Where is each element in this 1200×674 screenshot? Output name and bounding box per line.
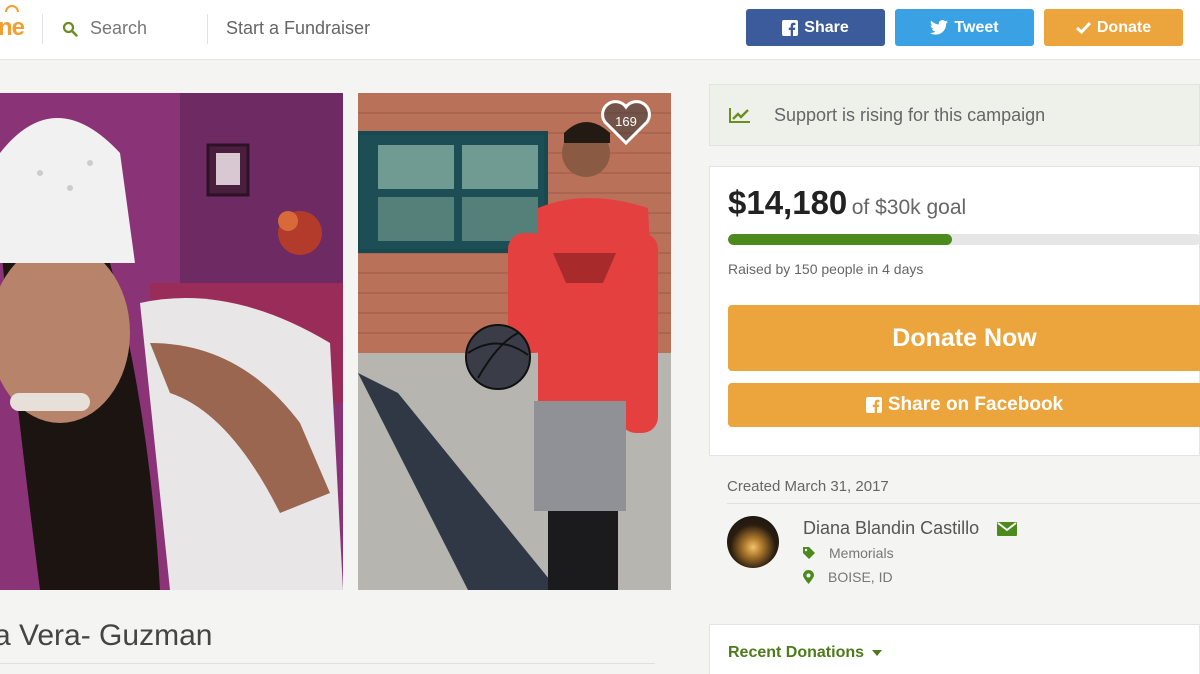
logo-sun-icon: [5, 5, 19, 12]
map-pin-icon: [803, 570, 814, 584]
search-link[interactable]: Search: [62, 18, 147, 39]
trend-text: Support is rising for this campaign: [774, 104, 1046, 125]
start-fundraiser-link[interactable]: Start a Fundraiser: [226, 18, 370, 39]
recent-donations-label: Recent Donations: [728, 644, 865, 661]
heart-count: 169: [615, 114, 637, 129]
boy-basketball-image: [358, 93, 671, 590]
campaign-title: a Vera- Guzman: [0, 619, 213, 652]
checkmark-icon: [1075, 21, 1091, 34]
facebook-icon: [865, 397, 882, 413]
logo-text: ne: [0, 14, 25, 41]
progress-bar-fill: [728, 234, 952, 245]
location-label: BOISE, ID: [828, 569, 893, 585]
raised-amount: $14,180: [728, 184, 848, 221]
progress-bar: [728, 234, 1200, 245]
organizer-name[interactable]: Diana Blandin Castillo: [803, 518, 979, 539]
share-on-facebook-button[interactable]: Share on Facebook: [728, 383, 1200, 427]
raised-by-text: Raised by 150 people in 4 days: [728, 261, 924, 277]
category-label[interactable]: Memorials: [829, 545, 894, 561]
created-divider: [727, 503, 1200, 504]
twitter-bird-icon: [930, 20, 949, 35]
nav-divider: [207, 14, 208, 44]
donate-now-button[interactable]: Donate Now: [728, 305, 1200, 371]
recent-donations-card: Recent Donations: [709, 624, 1200, 674]
organizer-avatar[interactable]: [727, 516, 779, 568]
girl-portrait-image: [0, 93, 343, 590]
search-label: Search: [90, 18, 148, 38]
tag-icon: [803, 547, 815, 559]
share-button-label: Share: [804, 18, 849, 36]
category-row: Memorials: [803, 545, 894, 561]
search-icon: [62, 21, 78, 37]
location-row: BOISE, ID: [803, 569, 893, 585]
recent-donations-toggle[interactable]: Recent Donations: [728, 644, 883, 662]
donate-button[interactable]: Donate: [1044, 9, 1183, 46]
donate-button-label: Donate: [1096, 18, 1152, 36]
share-button[interactable]: Share: [746, 9, 885, 46]
campaign-photo-girl[interactable]: [0, 93, 343, 590]
nav-divider: [42, 14, 43, 44]
trend-banner: Support is rising for this campaign: [709, 84, 1200, 146]
facebook-icon: [782, 19, 799, 36]
tweet-button[interactable]: Tweet: [895, 9, 1034, 46]
campaign-photo-boy[interactable]: [358, 93, 671, 590]
envelope-icon[interactable]: [997, 522, 1017, 536]
title-divider: [0, 663, 655, 664]
caret-down-icon: [872, 650, 883, 656]
goal-text: of $30k goal: [851, 196, 967, 219]
tweet-button-label: Tweet: [954, 18, 999, 36]
trending-chart-icon: [729, 108, 750, 123]
raised-amount-line: $14,180 of $30k goal: [728, 184, 966, 222]
created-date: Created March 31, 2017: [727, 478, 889, 495]
funding-card: $14,180 of $30k goal Raised by 150 peopl…: [709, 166, 1200, 456]
site-logo[interactable]: ne: [0, 5, 25, 42]
share-on-facebook-label: Share on Facebook: [887, 394, 1064, 415]
top-navigation-bar: ne Search Start a Fundraiser Share Tweet…: [0, 0, 1200, 60]
